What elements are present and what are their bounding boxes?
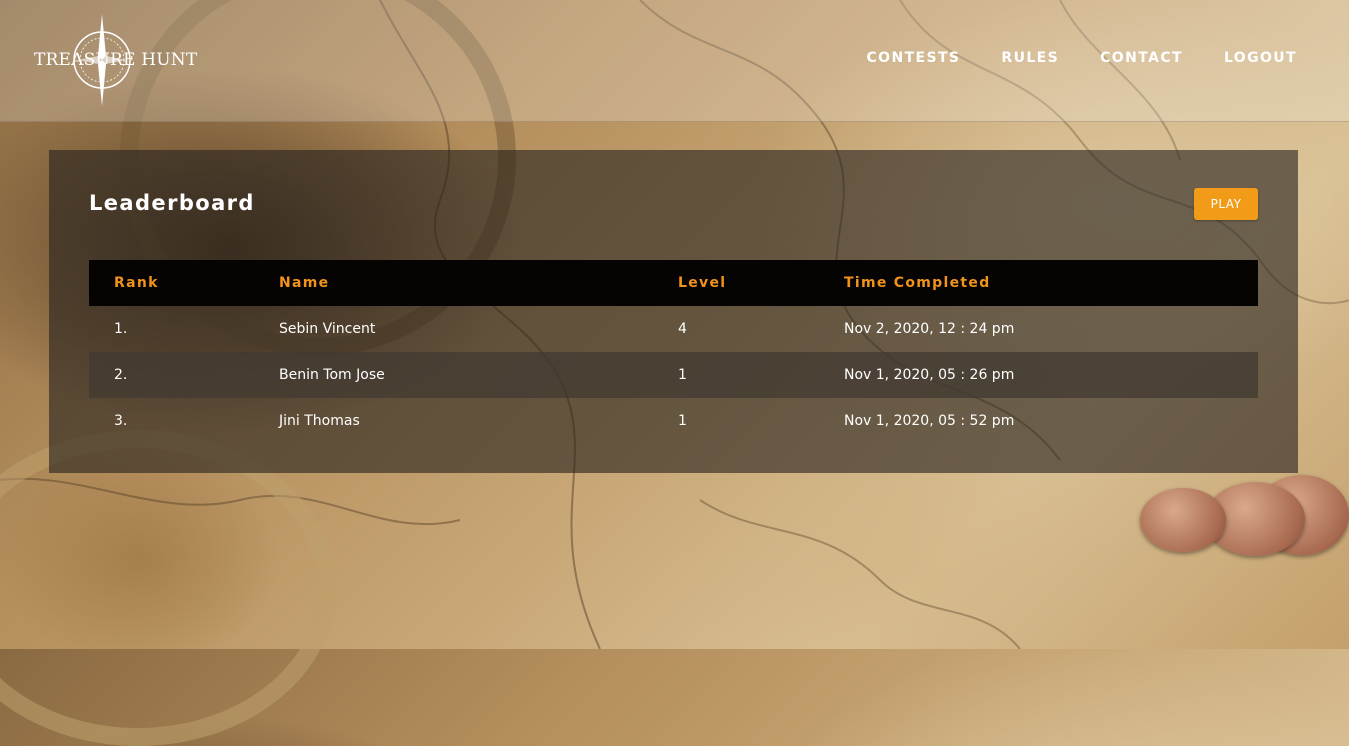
rank-cell: 1. (114, 321, 128, 337)
name-cell: Benin Tom Jose (279, 367, 385, 383)
rank-cell: 2. (114, 367, 128, 383)
time-cell: Nov 1, 2020, 05 : 52 pm (844, 413, 1015, 429)
column-header-name[interactable]: Name (279, 275, 329, 291)
brand-name: Treasure Hunt (34, 50, 198, 70)
column-header-rank[interactable]: Rank (114, 275, 159, 291)
column-header-time[interactable]: Time Completed (844, 275, 991, 291)
play-button[interactable]: PLAY (1194, 188, 1258, 220)
table-row: 3. Jini Thomas 1 Nov 1, 2020, 05 : 52 pm (89, 398, 1258, 444)
site-header: Treasure Hunt CONTESTS RULES CONTACT LOG… (0, 0, 1349, 122)
nav-contests[interactable]: CONTESTS (866, 50, 960, 66)
time-cell: Nov 2, 2020, 12 : 24 pm (844, 321, 1015, 337)
table-row: 1. Sebin Vincent 4 Nov 2, 2020, 12 : 24 … (89, 306, 1258, 352)
page-title: Leaderboard (89, 191, 255, 215)
rank-cell: 3. (114, 413, 128, 429)
nav-rules[interactable]: RULES (1001, 50, 1059, 66)
name-cell: Sebin Vincent (279, 321, 376, 337)
level-cell: 1 (678, 413, 687, 429)
table-row: 2. Benin Tom Jose 1 Nov 1, 2020, 05 : 26… (89, 352, 1258, 398)
leaderboard-table: Rank Name Level Time Completed 1. Sebin … (89, 260, 1258, 444)
nav-contact[interactable]: CONTACT (1100, 50, 1183, 66)
coin-decoration (1140, 488, 1226, 552)
nav-logout[interactable]: LOGOUT (1224, 50, 1297, 66)
time-cell: Nov 1, 2020, 05 : 26 pm (844, 367, 1015, 383)
column-header-level[interactable]: Level (678, 275, 726, 291)
main-nav: CONTESTS RULES CONTACT LOGOUT (866, 50, 1297, 66)
leaderboard-panel: Leaderboard PLAY Rank Name Level Time Co… (49, 150, 1298, 473)
name-cell: Jini Thomas (279, 413, 360, 429)
table-header: Rank Name Level Time Completed (89, 260, 1258, 306)
level-cell: 1 (678, 367, 687, 383)
level-cell: 4 (678, 321, 687, 337)
brand-logo[interactable]: Treasure Hunt (30, 12, 197, 108)
